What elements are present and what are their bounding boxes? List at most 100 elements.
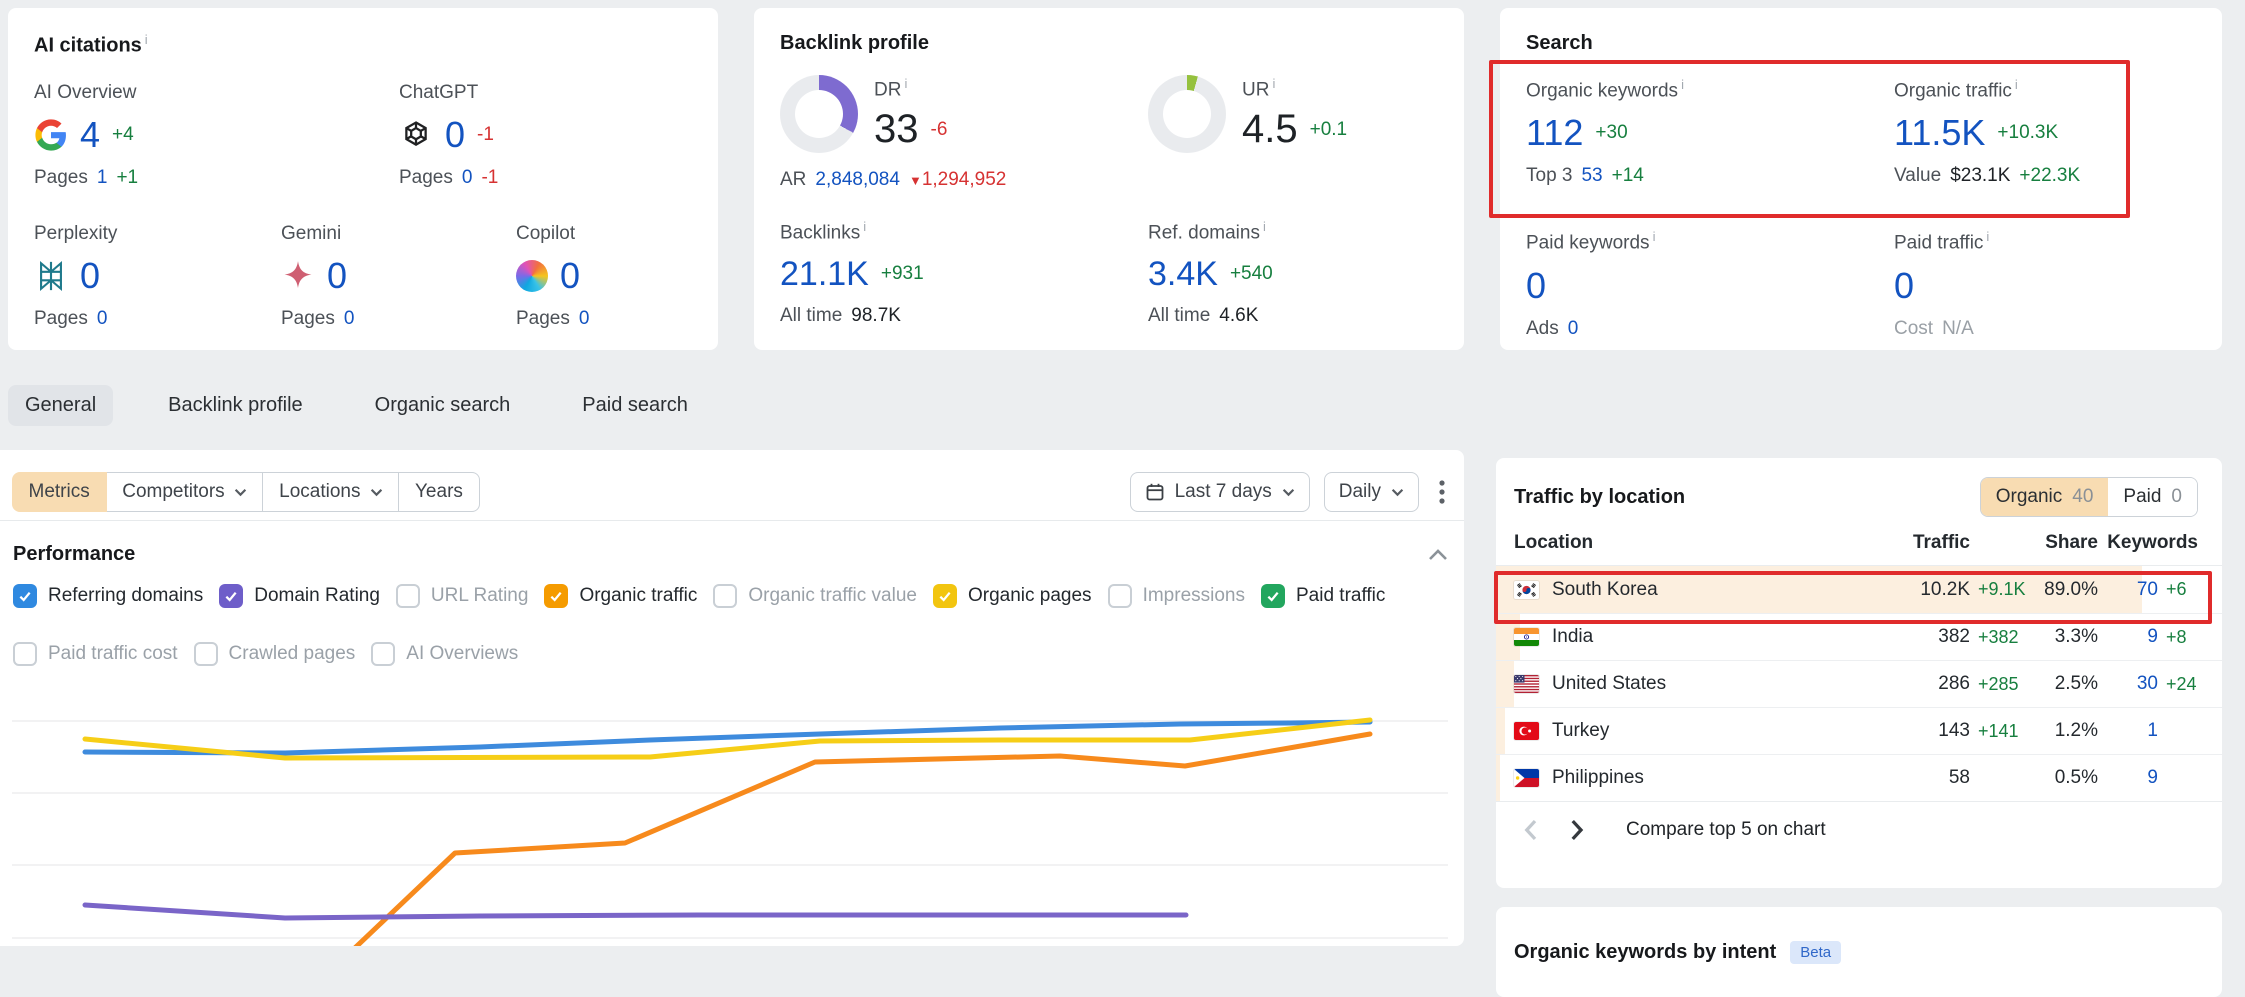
organic-traffic-value[interactable]: 11.5K bbox=[1894, 115, 1985, 151]
pages-count[interactable]: 0 bbox=[462, 167, 473, 189]
checkbox[interactable] bbox=[13, 642, 37, 666]
country-flag-icon bbox=[1514, 722, 1539, 740]
paid-keywords-value[interactable]: 0 bbox=[1526, 268, 1546, 304]
checkbox[interactable] bbox=[933, 584, 957, 608]
metric-checkbox-item[interactable]: Referring domains bbox=[13, 584, 203, 608]
metric-label: Perplexity bbox=[34, 223, 281, 245]
backlinks-block: Backlinksi 21.1K+931 All time98.7K bbox=[780, 219, 1148, 327]
info-icon[interactable]: i bbox=[1263, 219, 1266, 234]
organic-keywords-block: Organic keywordsi 112+30 Top 353+14 bbox=[1526, 77, 1894, 187]
location-row[interactable]: Philippines 58 0.5% 9 bbox=[1496, 754, 2222, 801]
checkbox[interactable] bbox=[713, 584, 737, 608]
traffic-value-usd: $23.1K bbox=[1950, 165, 2010, 187]
more-options-kebab[interactable] bbox=[1433, 475, 1451, 509]
top3-value[interactable]: 53 bbox=[1581, 165, 1602, 187]
info-icon[interactable]: i bbox=[904, 76, 907, 91]
ar-value[interactable]: 2,848,084 bbox=[815, 169, 900, 191]
checkbox[interactable] bbox=[544, 584, 568, 608]
metric-checkbox-item[interactable]: Organic traffic value bbox=[713, 584, 917, 608]
metric-checkbox-item[interactable]: Paid traffic cost bbox=[13, 642, 178, 666]
metric-checkbox-item[interactable]: Paid traffic bbox=[1261, 584, 1385, 608]
pages-count[interactable]: 0 bbox=[344, 308, 355, 330]
keywords-count[interactable]: 1 bbox=[2098, 720, 2158, 742]
checkbox[interactable] bbox=[13, 584, 37, 608]
years-button[interactable]: Years bbox=[398, 472, 480, 512]
metric-label: ChatGPT bbox=[399, 82, 498, 104]
checkbox[interactable] bbox=[1261, 584, 1285, 608]
panel-title: Backlink profile bbox=[780, 32, 1438, 55]
copilot-count[interactable]: 0 bbox=[560, 258, 580, 294]
info-icon[interactable]: i bbox=[1986, 229, 1989, 244]
col-traffic[interactable]: Traffic bbox=[1875, 532, 1970, 554]
pages-count[interactable]: 0 bbox=[579, 308, 590, 330]
location-pager: Compare top 5 on chart bbox=[1496, 801, 2222, 841]
checkbox[interactable] bbox=[219, 584, 243, 608]
checkbox[interactable] bbox=[194, 642, 218, 666]
toggle-paid[interactable]: Paid0 bbox=[2108, 478, 2197, 516]
chatgpt-count[interactable]: 0 bbox=[445, 117, 465, 153]
perplexity-count[interactable]: 0 bbox=[80, 258, 100, 294]
checkbox[interactable] bbox=[371, 642, 395, 666]
date-range-dropdown[interactable]: Last 7 days bbox=[1130, 472, 1310, 512]
tab-general[interactable]: General bbox=[8, 385, 113, 426]
organic-keywords-value[interactable]: 112 bbox=[1526, 115, 1583, 151]
pages-count[interactable]: 1 bbox=[97, 167, 108, 189]
checkbox[interactable] bbox=[396, 584, 420, 608]
locations-dropdown[interactable]: Locations bbox=[262, 472, 399, 512]
location-row[interactable]: Turkey 143 +141 1.2% 1 bbox=[1496, 707, 2222, 754]
pager-prev-icon[interactable] bbox=[1524, 819, 1538, 841]
top3-change: +14 bbox=[1612, 165, 1644, 187]
info-icon[interactable]: i bbox=[145, 32, 148, 47]
info-icon[interactable]: i bbox=[1653, 229, 1656, 244]
keywords-count[interactable]: 9 bbox=[2098, 767, 2158, 789]
section-tabs: General Backlink profile Organic search … bbox=[8, 385, 705, 426]
ai-overview-count[interactable]: 4 bbox=[80, 117, 100, 153]
ads-value[interactable]: 0 bbox=[1568, 318, 1579, 340]
info-icon[interactable]: i bbox=[1681, 77, 1684, 92]
tab-paid-search[interactable]: Paid search bbox=[565, 385, 705, 426]
checkbox-label: AI Overviews bbox=[406, 643, 518, 665]
ur-donut-gauge bbox=[1148, 75, 1226, 153]
metrics-button[interactable]: Metrics bbox=[12, 472, 107, 512]
gemini-count[interactable]: 0 bbox=[327, 258, 347, 294]
info-icon[interactable]: i bbox=[2015, 77, 2018, 92]
collapse-chevron-up-icon[interactable] bbox=[1428, 549, 1448, 561]
location-row[interactable]: United States 286 +285 2.5% 30 +24 bbox=[1496, 660, 2222, 707]
keywords-count[interactable]: 30 bbox=[2098, 673, 2158, 695]
metric-checkbox-item[interactable]: AI Overviews bbox=[371, 642, 518, 666]
paid-traffic-value[interactable]: 0 bbox=[1894, 268, 1914, 304]
performance-line-chart[interactable] bbox=[0, 675, 1464, 946]
info-icon[interactable]: i bbox=[1272, 76, 1275, 91]
pages-count[interactable]: 0 bbox=[97, 308, 108, 330]
col-keywords[interactable]: Keywords bbox=[2098, 532, 2198, 554]
backlinks-value[interactable]: 21.1K bbox=[780, 257, 869, 291]
pages-label: Pages bbox=[399, 167, 453, 189]
pager-next-icon[interactable] bbox=[1570, 819, 1584, 841]
keywords-count[interactable]: 70 bbox=[2098, 579, 2158, 601]
metric-checkbox-item[interactable]: Organic traffic bbox=[544, 584, 697, 608]
ref-domains-value[interactable]: 3.4K bbox=[1148, 257, 1218, 291]
competitors-dropdown[interactable]: Competitors bbox=[105, 472, 263, 512]
granularity-dropdown[interactable]: Daily bbox=[1324, 472, 1419, 512]
metric-checkbox-item[interactable]: Organic pages bbox=[933, 584, 1092, 608]
keywords-change: +6 bbox=[2158, 579, 2198, 600]
location-row[interactable]: South Korea 10.2K +9.1K 89.0% 70 +6 bbox=[1496, 566, 2222, 613]
compare-top5-link[interactable]: Compare top 5 on chart bbox=[1626, 819, 1826, 841]
location-table-header: Location Traffic Share Keywords bbox=[1496, 520, 2222, 566]
checkbox-label: Impressions bbox=[1143, 585, 1245, 607]
keywords-count[interactable]: 9 bbox=[2098, 626, 2158, 648]
traffic-by-location-panel: Traffic by location Organic40 Paid0 Loca… bbox=[1496, 458, 2222, 888]
tab-organic-search[interactable]: Organic search bbox=[358, 385, 528, 426]
location-row[interactable]: India 382 +382 3.3% 9 +8 bbox=[1496, 613, 2222, 660]
tab-backlink-profile[interactable]: Backlink profile bbox=[151, 385, 320, 426]
metric-checkbox-item[interactable]: Crawled pages bbox=[194, 642, 356, 666]
toggle-organic[interactable]: Organic40 bbox=[1981, 478, 2109, 516]
organic-keywords-by-intent-panel: Organic keywords by intent Beta bbox=[1496, 907, 2222, 997]
kebab-icon bbox=[1439, 479, 1445, 505]
info-icon[interactable]: i bbox=[863, 219, 866, 234]
checkbox[interactable] bbox=[1108, 584, 1132, 608]
metric-checkbox-item[interactable]: Domain Rating bbox=[219, 584, 380, 608]
metric-checkbox-item[interactable]: Impressions bbox=[1108, 584, 1245, 608]
col-share[interactable]: Share bbox=[2013, 532, 2098, 554]
metric-checkbox-item[interactable]: URL Rating bbox=[396, 584, 529, 608]
